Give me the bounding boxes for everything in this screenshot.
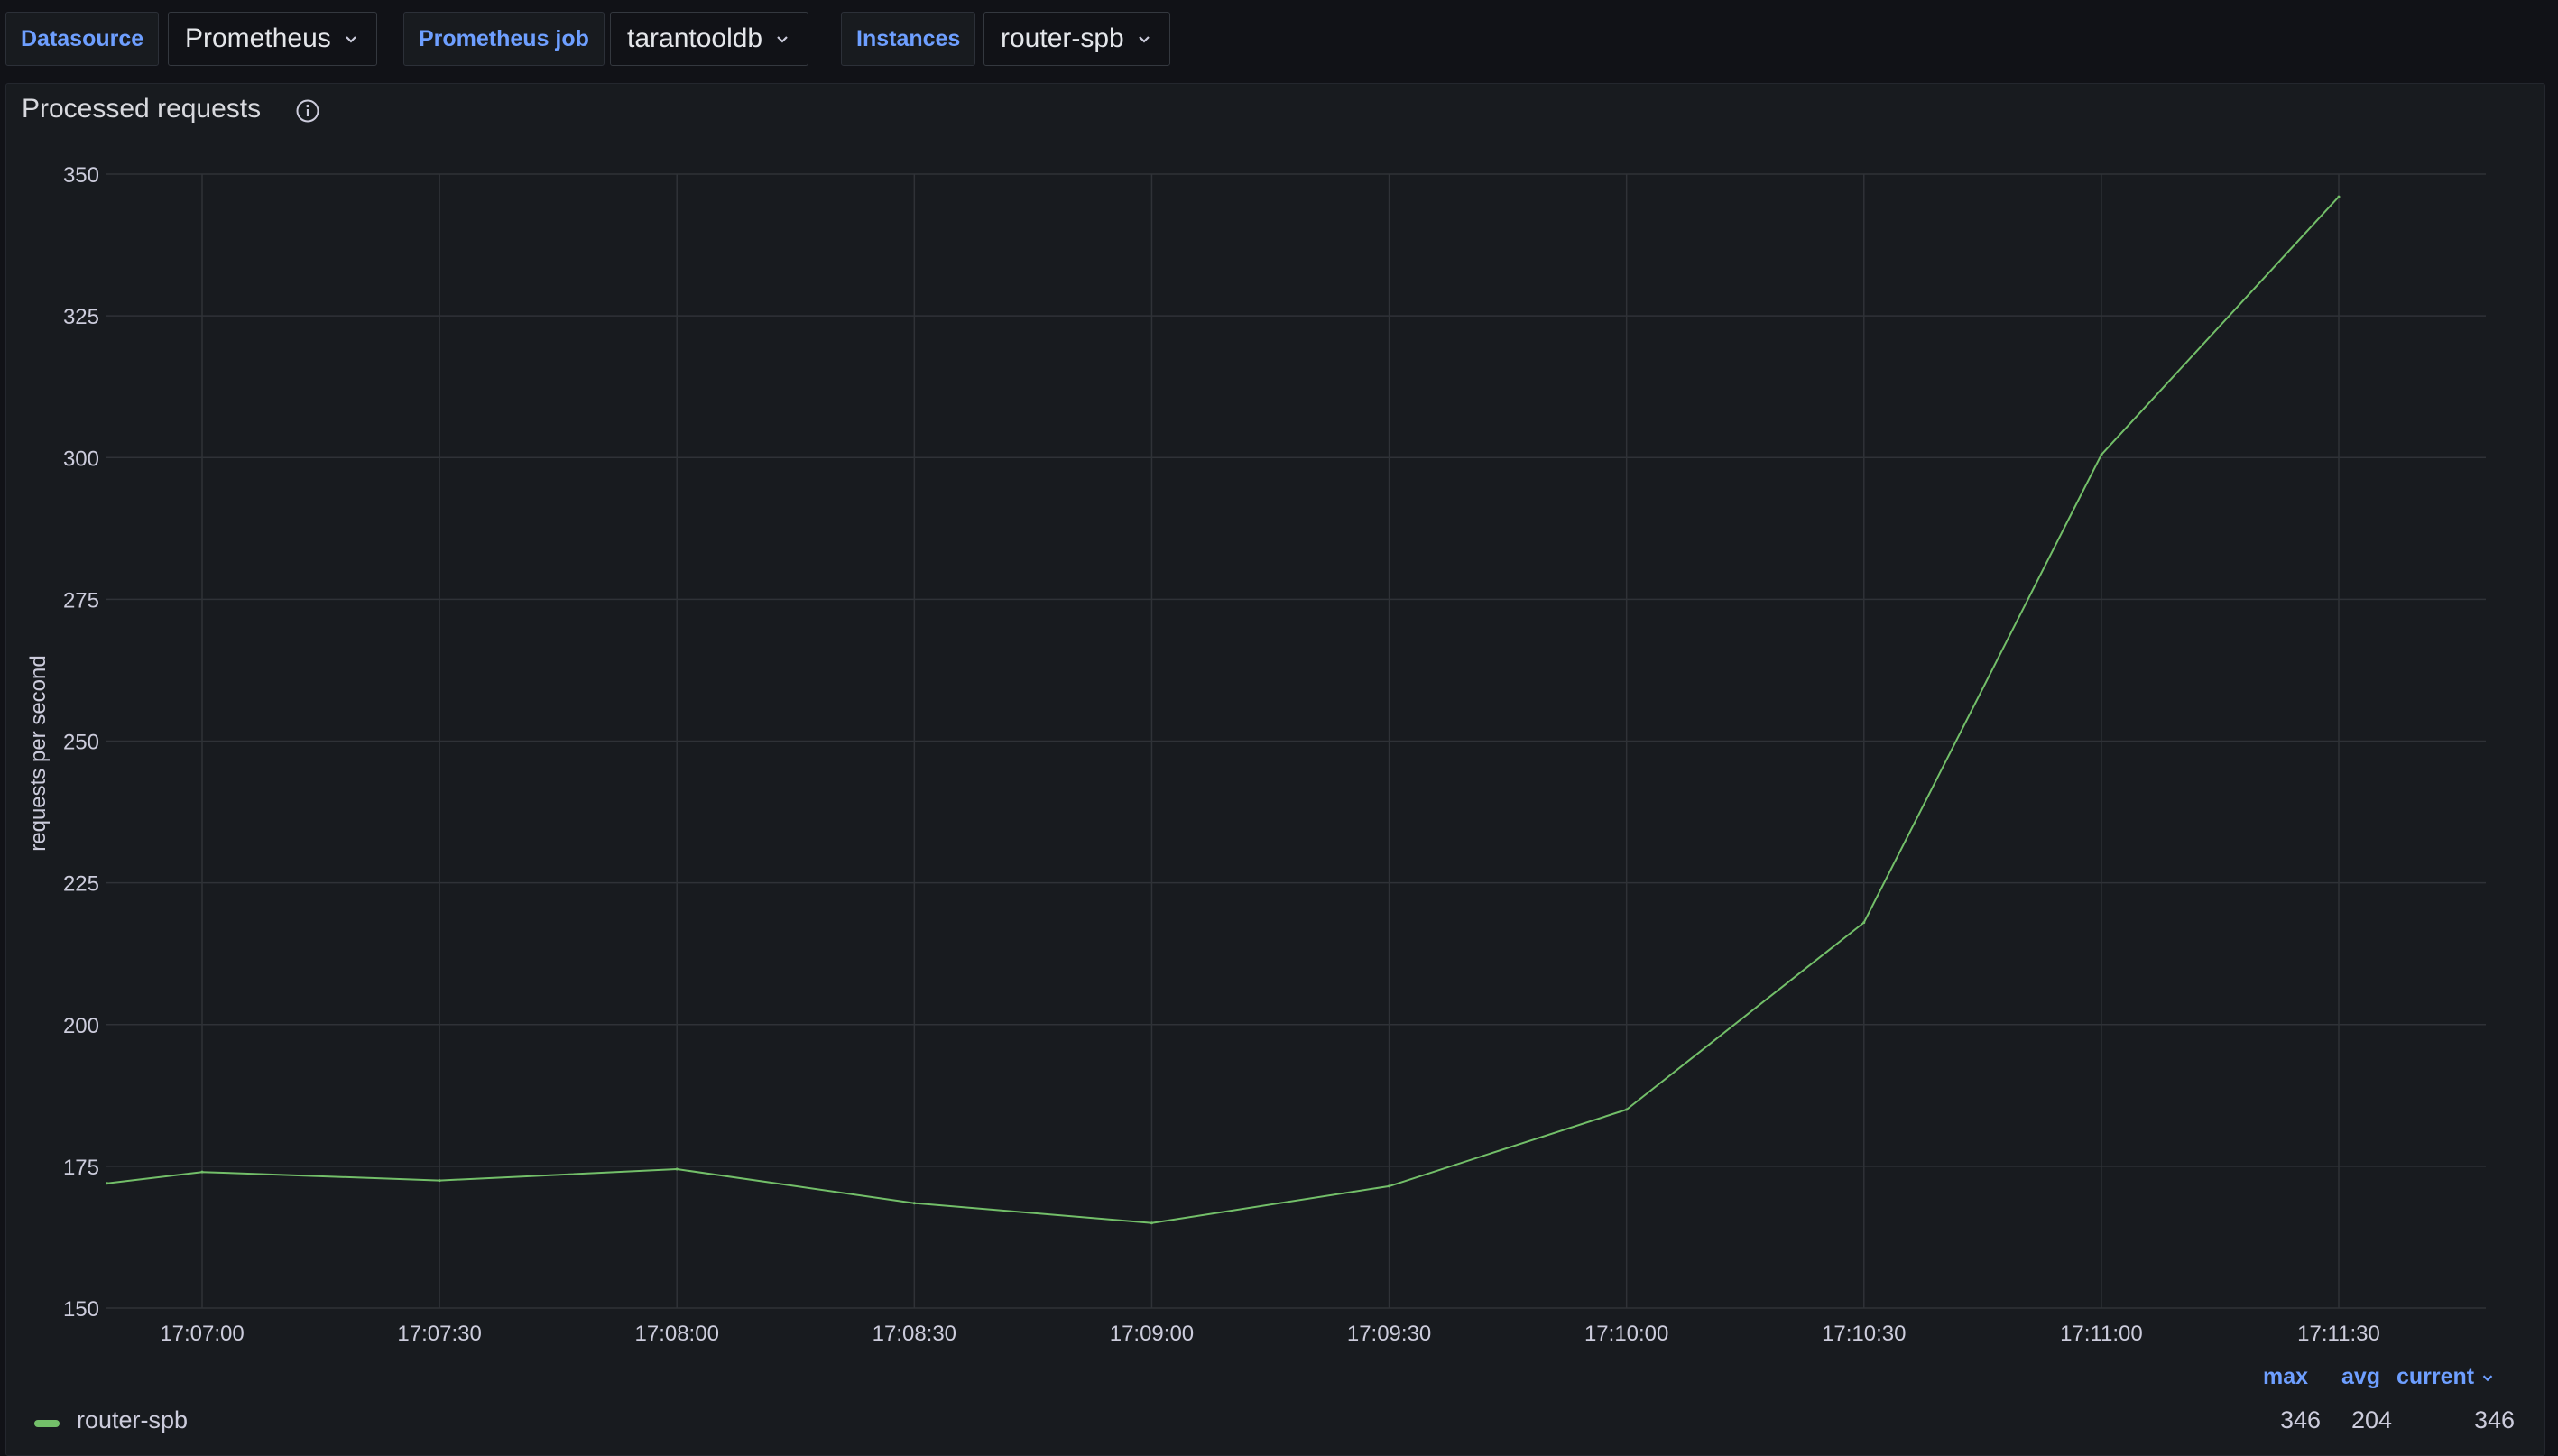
y-tick-label: 250 <box>63 731 99 755</box>
legend-value-max: 346 <box>2280 1406 2322 1433</box>
data-point <box>912 1202 916 1205</box>
data-point <box>675 1167 679 1171</box>
y-tick-label: 300 <box>63 447 99 471</box>
legend-header-current[interactable]: current <box>2396 1364 2496 1390</box>
data-point <box>1388 1184 1391 1188</box>
legend-header-current-label: current <box>2396 1364 2475 1389</box>
legend-value-avg: 204 <box>2351 1406 2393 1433</box>
data-point <box>438 1179 441 1183</box>
y-tick-label: 150 <box>63 1297 99 1322</box>
x-tick-label: 17:10:30 <box>1822 1322 1906 1346</box>
data-point <box>1150 1221 1153 1225</box>
y-tick-label: 325 <box>63 305 99 329</box>
x-tick-label: 17:11:30 <box>2297 1322 2380 1346</box>
x-tick-label: 17:08:30 <box>873 1322 956 1346</box>
data-point <box>200 1170 204 1174</box>
data-point <box>2337 195 2341 198</box>
data-point <box>2100 453 2103 456</box>
x-tick-label: 17:11:00 <box>2060 1322 2143 1346</box>
legend-header-max[interactable]: max <box>2263 1364 2308 1390</box>
x-tick-label: 17:08:00 <box>635 1322 719 1346</box>
y-axis-label: requests per second <box>26 655 51 851</box>
chevron-down-icon <box>2480 1369 2496 1386</box>
x-tick-label: 17:09:00 <box>1110 1322 1194 1346</box>
legend-swatch-router-spb <box>34 1420 60 1427</box>
x-tick-label: 17:10:00 <box>1584 1322 1668 1346</box>
y-tick-label: 225 <box>63 872 99 897</box>
y-tick-label: 350 <box>63 163 99 188</box>
x-tick-label: 17:09:30 <box>1347 1322 1431 1346</box>
legend-header-avg[interactable]: avg <box>2341 1364 2380 1390</box>
series-line-router-spb <box>106 196 2340 1224</box>
data-point <box>1625 1108 1629 1111</box>
legend-series-name[interactable]: router-spb <box>77 1406 188 1434</box>
data-point <box>106 1182 109 1185</box>
x-tick-label: 17:07:00 <box>160 1322 244 1346</box>
data-point <box>1862 921 1866 925</box>
legend-value-current: 346 <box>2474 1406 2516 1433</box>
y-tick-label: 175 <box>63 1156 99 1180</box>
y-tick-label: 275 <box>63 588 99 613</box>
x-tick-label: 17:07:30 <box>397 1322 481 1346</box>
y-tick-label: 200 <box>63 1014 99 1038</box>
time-series-chart: 350 325 300 275 250 225 200 175 150 17:07:00 17:07… <box>26 163 2486 1346</box>
